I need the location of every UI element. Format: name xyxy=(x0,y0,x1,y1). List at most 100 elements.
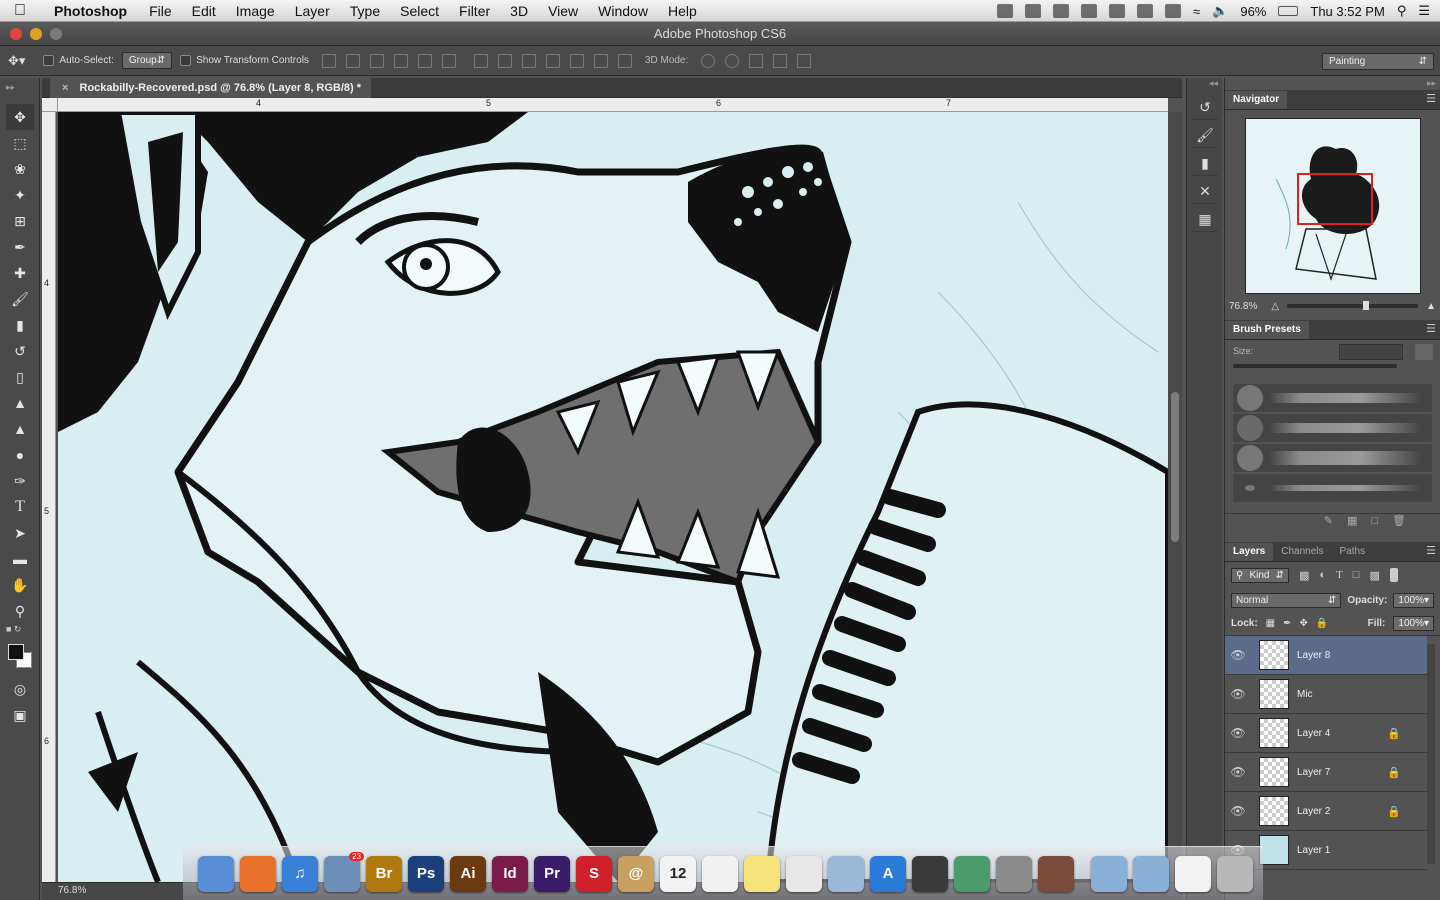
menu-edit[interactable]: Edit xyxy=(192,3,216,19)
tab-brush-presets[interactable]: Brush Presets xyxy=(1225,321,1309,339)
filter-pixel-icon[interactable]: ▩ xyxy=(1299,569,1309,582)
dock-sketchbook-icon[interactable]: S xyxy=(576,855,612,892)
distribute-top-icon[interactable] xyxy=(473,53,488,68)
panel-menu-icon[interactable]: ☰ xyxy=(1426,544,1436,557)
dock-itunes-icon[interactable]: ♫ xyxy=(282,855,318,892)
filter-type-icon[interactable]: T xyxy=(1336,569,1343,581)
distribute-vcenter-icon[interactable] xyxy=(497,53,512,68)
3d-roll-icon[interactable] xyxy=(725,53,740,68)
close-tab-icon[interactable]: × xyxy=(62,82,68,94)
layer-name[interactable]: Layer 2 xyxy=(1297,806,1330,817)
menu-type[interactable]: Type xyxy=(350,3,380,19)
zoom-slider-knob[interactable] xyxy=(1363,301,1370,310)
dock-indesign-icon[interactable]: Id xyxy=(492,855,528,892)
dock-appstore-icon[interactable]: A xyxy=(870,855,906,892)
layers-scrollbar[interactable] xyxy=(1427,644,1435,864)
quick-mask-icon[interactable]: ◎ xyxy=(6,676,34,702)
dock-premiere-icon[interactable]: Pr xyxy=(534,855,570,892)
battery-percent[interactable]: 96% xyxy=(1240,4,1266,19)
move-tool-preset-icon[interactable]: ✥▾ xyxy=(8,53,25,69)
lasso-tool-icon[interactable]: ❀ xyxy=(6,156,34,182)
layer-filter-dropdown[interactable]: ⚲ Kind ⇵ xyxy=(1231,567,1289,583)
dock-photo-booth-icon[interactable] xyxy=(1038,855,1074,892)
tab-channels[interactable]: Channels xyxy=(1273,543,1331,561)
scrollbar-thumb[interactable] xyxy=(1171,392,1179,542)
dock-photoshop-icon[interactable]: Ps xyxy=(408,855,444,892)
menu-image[interactable]: Image xyxy=(236,3,275,19)
document-tab[interactable]: × Rockabilly-Recovered.psd @ 76.8% (Laye… xyxy=(50,78,372,98)
align-bottom-icon[interactable] xyxy=(369,53,384,68)
zoom-slider[interactable] xyxy=(1287,301,1419,310)
magic-wand-tool-icon[interactable]: ✦ xyxy=(6,182,34,208)
show-transform-checkbox[interactable]: Show Transform Controls xyxy=(180,55,309,66)
screen-mode-icon[interactable]: ▣ xyxy=(6,702,34,728)
dock-document-icon[interactable] xyxy=(1175,855,1211,892)
navigator-view-box[interactable] xyxy=(1296,173,1373,225)
layer-thumbnail[interactable] xyxy=(1259,640,1289,670)
layer-thumbnail[interactable] xyxy=(1259,718,1289,748)
dock-firefox-icon[interactable] xyxy=(240,855,276,892)
layer-thumbnail[interactable] xyxy=(1259,835,1289,865)
dodge-tool-icon[interactable]: ● xyxy=(6,442,34,468)
lock-status-icon[interactable] xyxy=(1025,4,1042,18)
dock-notes-icon[interactable] xyxy=(744,855,780,892)
swap-colors-icon[interactable]: ■ ↻ xyxy=(0,624,39,638)
tab-navigator[interactable]: Navigator xyxy=(1225,91,1288,109)
3d-scale-icon[interactable] xyxy=(797,53,812,68)
zoom-tool-icon[interactable]: ⚲ xyxy=(6,598,34,624)
swatches-panel-icon[interactable]: ▦ xyxy=(1192,208,1218,232)
dock-finder-icon[interactable] xyxy=(198,855,234,892)
panel-menu-icon[interactable]: ☰ xyxy=(1426,322,1436,335)
eject-icon[interactable] xyxy=(1081,4,1098,18)
menu-layer[interactable]: Layer xyxy=(295,3,330,19)
layer-thumbnail[interactable] xyxy=(1259,757,1289,787)
layer-row-layer-4[interactable]: 👁 Layer 4 🔒 xyxy=(1225,714,1427,753)
brush-new-preset-icon[interactable] xyxy=(1415,344,1433,360)
layer-thumbnail[interactable] xyxy=(1259,679,1289,709)
airplay-icon[interactable] xyxy=(1109,4,1126,18)
layer-name[interactable]: Mic xyxy=(1297,689,1313,700)
layer-name[interactable]: Layer 1 xyxy=(1297,845,1330,856)
visibility-eye-icon[interactable]: 👁 xyxy=(1225,804,1251,818)
canvas-vertical-scrollbar[interactable] xyxy=(1168,112,1182,882)
document-canvas[interactable] xyxy=(58,112,1168,882)
paint-bucket-tool-icon[interactable]: ▲ xyxy=(6,390,34,416)
opacity-field[interactable]: 100% ▾ xyxy=(1393,592,1434,608)
layer-thumbnail[interactable] xyxy=(1259,796,1289,826)
lock-position-icon[interactable]: ✥ xyxy=(1300,618,1308,629)
brush-preset-item[interactable] xyxy=(1233,474,1432,502)
layer-name[interactable]: Layer 8 xyxy=(1297,650,1330,661)
volume-icon[interactable]: 🔈 xyxy=(1212,3,1228,19)
menu-view[interactable]: View xyxy=(548,3,578,19)
brush-size-slider[interactable] xyxy=(1233,364,1397,368)
checkbox-box[interactable] xyxy=(43,55,55,66)
horizontal-ruler[interactable]: 4 5 6 7 xyxy=(58,98,1168,112)
menu-window[interactable]: Window xyxy=(598,3,648,19)
eraser-tool-icon[interactable]: ▯ xyxy=(6,364,34,390)
brush-preset-item[interactable] xyxy=(1233,444,1432,472)
wifi-icon[interactable]: ≈ xyxy=(1193,4,1200,19)
menu-file[interactable]: File xyxy=(149,3,172,19)
ruler-corner[interactable] xyxy=(42,98,58,112)
tab-layers[interactable]: Layers xyxy=(1225,543,1274,561)
checkbox-box[interactable] xyxy=(180,55,192,66)
foreground-color[interactable] xyxy=(8,644,24,660)
strip-collapse-icon[interactable]: ◂◂ xyxy=(1187,78,1222,92)
3d-pan-icon[interactable] xyxy=(749,53,764,68)
pen-tool-icon[interactable]: ✑ xyxy=(6,468,34,494)
zoom-out-icon[interactable]: △ xyxy=(1271,301,1279,312)
zoom-in-icon[interactable]: ▲ xyxy=(1426,301,1436,312)
dock-folder-1-icon[interactable] xyxy=(1091,855,1127,892)
vertical-ruler[interactable]: 4 5 6 xyxy=(42,112,56,882)
auto-select-dropdown[interactable]: Group ⇵ xyxy=(121,52,173,69)
menu-3d[interactable]: 3D xyxy=(510,3,528,19)
evernote-icon[interactable] xyxy=(997,4,1014,18)
layer-row-layer-7[interactable]: 👁 Layer 7 🔒 xyxy=(1225,753,1427,792)
brush-preset-item[interactable] xyxy=(1233,414,1432,442)
lock-pixels-icon[interactable]: ✒ xyxy=(1283,618,1291,629)
brush-panel-icon[interactable]: 🖌 xyxy=(1192,124,1218,148)
color-swatches[interactable] xyxy=(6,642,34,672)
crop-tool-icon[interactable]: ⊞ xyxy=(6,208,34,234)
rectangle-tool-icon[interactable]: ▬ xyxy=(6,546,34,572)
menu-help[interactable]: Help xyxy=(668,3,697,19)
